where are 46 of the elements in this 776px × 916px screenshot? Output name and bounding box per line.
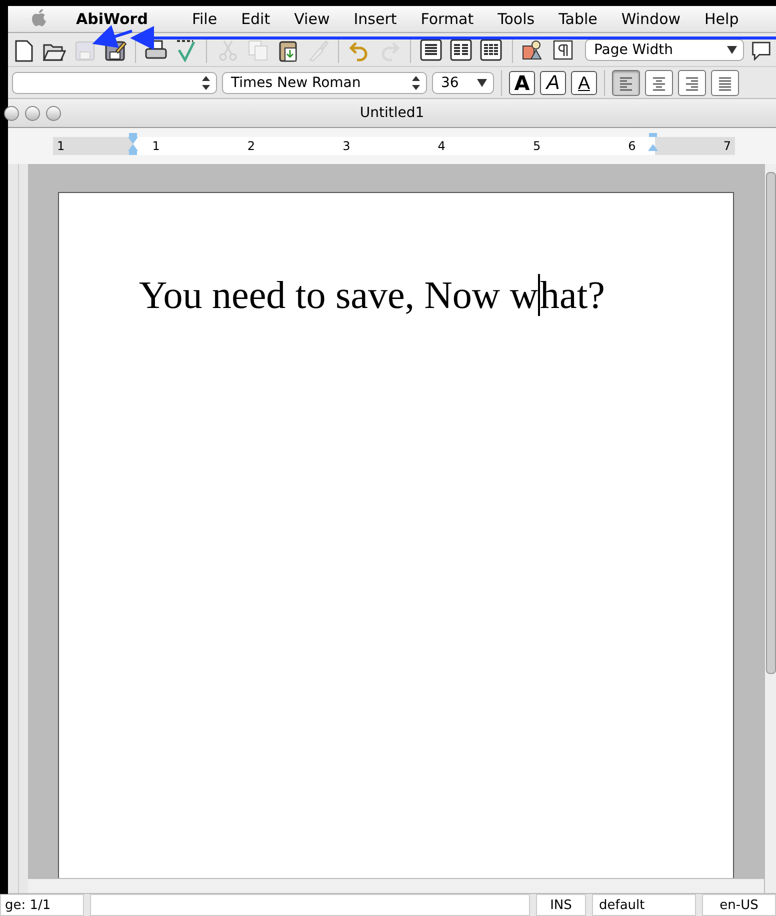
font-dropdown[interactable]: Times New Roman (222, 72, 427, 94)
align-center-button[interactable] (645, 70, 673, 96)
language-indicator: en-US (702, 894, 776, 916)
ruler-number: 1 (57, 139, 65, 153)
underline-button[interactable]: A (571, 70, 597, 94)
menu-item[interactable]: Format (408, 10, 486, 28)
window-control[interactable] (4, 106, 19, 120)
style-indicator: default (592, 894, 696, 916)
horizontal-scrollbar[interactable] (28, 878, 764, 893)
italic-button[interactable]: A (540, 70, 566, 94)
dropdown-arrow-icon (477, 78, 487, 86)
menu-item[interactable]: File (180, 10, 230, 28)
spinner-arrows-icon (202, 76, 210, 90)
menu-item[interactable]: Tools (486, 10, 547, 28)
ruler-number: 7 (723, 139, 731, 153)
page-indicator: ge: 1/1 (0, 894, 84, 916)
col2-button[interactable] (449, 36, 474, 62)
ruler-number: 6 (628, 139, 636, 153)
vertical-scrollbar[interactable] (764, 164, 776, 893)
align-justify-button[interactable] (711, 70, 739, 96)
ruler-number: 5 (532, 139, 541, 153)
col1-button[interactable] (418, 36, 443, 62)
menu-item[interactable]: View (282, 10, 342, 28)
font-size-dropdown[interactable]: 36 (432, 72, 494, 94)
ruler-number: 1 (152, 139, 160, 153)
document-text[interactable]: You need to save, Now what? (139, 273, 733, 318)
indent-marker-icon[interactable] (128, 133, 138, 155)
menu-item[interactable]: Table (546, 10, 610, 28)
ruler-number: 4 (438, 139, 446, 153)
app-menu[interactable]: AbiWord (64, 10, 160, 28)
align-left-button[interactable] (612, 70, 640, 96)
menu-item[interactable]: Edit (229, 10, 282, 28)
ruler-number: 2 (247, 139, 256, 153)
zoom-dropdown[interactable]: Page Width (584, 38, 744, 60)
menu-item[interactable]: Insert (342, 10, 409, 28)
menu-item[interactable]: Help (692, 10, 751, 28)
spinner-arrows-icon (412, 76, 420, 90)
apple-logo-icon[interactable] (30, 9, 48, 29)
align-right-button[interactable] (678, 70, 706, 96)
window-title: Untitled1 (360, 105, 424, 121)
menu-item[interactable]: Window (609, 10, 693, 28)
bold-button[interactable]: A (509, 70, 535, 94)
insert-mode: INS (536, 894, 586, 916)
ruler-number: 3 (342, 139, 350, 153)
col3-button[interactable] (479, 36, 504, 62)
dropdown-arrow-icon (726, 46, 737, 54)
